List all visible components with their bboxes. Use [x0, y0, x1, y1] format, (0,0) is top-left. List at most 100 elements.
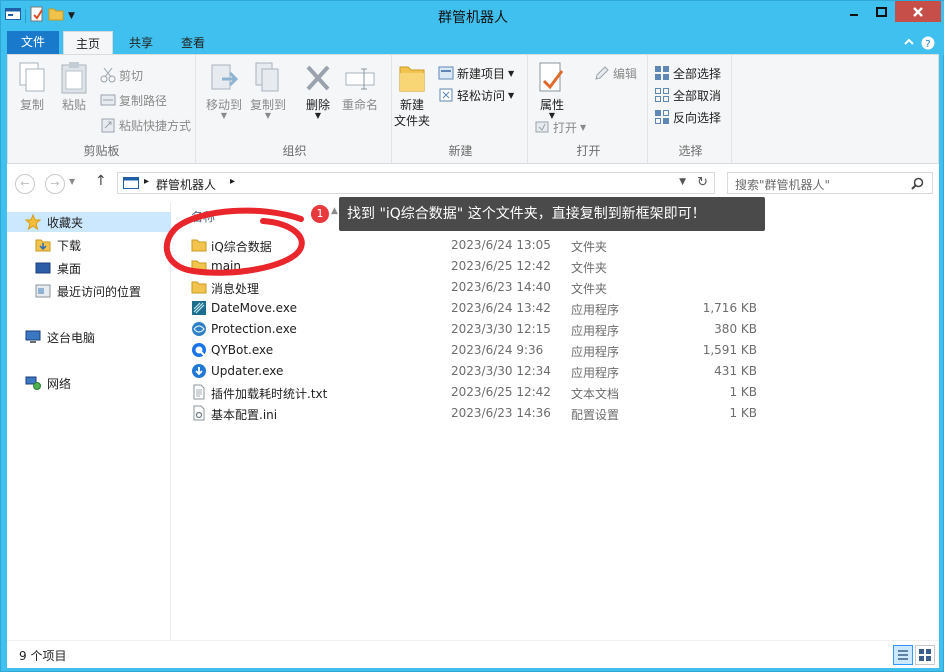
file-row-updater[interactable]: Updater.exe 2023/3/30 12:34 应用程序 431 KB — [173, 361, 939, 382]
column-header-name[interactable]: 名称 ▲ — [191, 206, 338, 225]
file-date: 2023/6/25 12:42 — [451, 385, 551, 399]
file-list: 名称 ▲ iQ综合数据 2023/6/24 13:05 文件夹 main 202… — [173, 202, 939, 640]
delete-button[interactable]: 删除 ▼ — [302, 61, 334, 120]
nav-recent-label: 最近访问的位置 — [57, 284, 142, 299]
copy-path-button[interactable]: 复制路径 — [100, 90, 167, 110]
group-select: 全部选择 全部取消 反向选择 选择 — [650, 55, 732, 163]
nav-network[interactable]: 网络 — [25, 373, 71, 393]
datemove-app-icon — [192, 301, 206, 315]
search-icon — [911, 177, 924, 190]
file-size: 1,591 KB — [702, 343, 757, 357]
title-bar: ▼ 群管机器人 — [1, 1, 944, 31]
open-button[interactable]: 打开 ▼ — [534, 117, 586, 137]
nav-recent[interactable]: 最近访问的位置 — [35, 281, 141, 301]
tab-view[interactable]: 查看 — [169, 31, 217, 55]
recent-locations-dropdown-icon[interactable]: ▼ — [69, 177, 75, 186]
edit-button[interactable]: 编辑 — [594, 63, 637, 83]
search-input[interactable]: 搜索"群管机器人" — [727, 172, 933, 194]
new-group-label: 新建 — [448, 144, 473, 158]
step-badge: 1 — [311, 205, 329, 223]
new-folder-label-2: 文件夹 — [394, 114, 431, 128]
up-arrow-icon[interactable]: ↑ — [95, 173, 107, 189]
help-icon[interactable]: ? — [921, 36, 935, 50]
tab-share[interactable]: 共享 — [117, 31, 165, 55]
open-group-label: 打开 — [576, 144, 601, 158]
new-folder-label-1: 新建 — [399, 98, 424, 112]
file-row-qybot[interactable]: QYBot.exe 2023/6/24 9:36 应用程序 1,591 KB — [173, 340, 939, 361]
explorer-window: ▼ 群管机器人 文件 主页 共享 查看 ? 复制 粘贴 剪切 复制路径 粘贴快捷… — [0, 0, 944, 672]
refresh-icon[interactable]: ↻ — [697, 175, 708, 190]
rename-icon — [345, 68, 375, 90]
paste-button[interactable]: 粘贴 — [58, 61, 90, 113]
invert-selection-button[interactable]: 反向选择 — [654, 107, 721, 127]
group-organize: 移动到 ▼ 复制到 ▼ 删除 ▼ 重命名 组织 — [198, 55, 392, 163]
copy-to-icon — [255, 62, 279, 92]
group-new: 新建 文件夹 新建项目 ▼ 轻松访问 ▼ 新建 — [394, 55, 528, 163]
select-all-label: 全部选择 — [673, 66, 722, 81]
close-button[interactable] — [895, 1, 941, 22]
file-row-plugin-stats[interactable]: 插件加载耗时统计.txt 2023/6/25 12:42 文本文档 1 KB — [173, 382, 939, 403]
new-item-button[interactable]: 新建项目 ▼ — [438, 63, 514, 83]
file-date: 2023/3/30 12:34 — [451, 364, 551, 378]
nav-downloads[interactable]: 下载 — [35, 235, 81, 255]
file-row-basic-config[interactable]: 基本配置.ini 2023/6/23 14:36 配置设置 1 KB — [173, 403, 939, 424]
tab-home[interactable]: 主页 — [63, 31, 113, 55]
nav-desktop[interactable]: 桌面 — [35, 258, 81, 278]
rename-label: 重命名 — [342, 98, 379, 112]
folder-icon — [191, 281, 207, 294]
select-all-button[interactable]: 全部选择 — [654, 63, 721, 83]
move-to-icon — [211, 64, 239, 90]
file-date: 2023/6/25 12:42 — [451, 259, 551, 273]
file-date: 2023/6/23 14:36 — [451, 406, 551, 420]
file-row-datemove[interactable]: DateMove.exe 2023/6/24 13:42 应用程序 1,716 … — [173, 298, 939, 319]
file-row-iq-data[interactable]: iQ综合数据 2023/6/24 13:05 文件夹 — [173, 235, 939, 256]
file-date: 2023/6/24 9:36 — [451, 343, 544, 357]
ribbon-expand-icon[interactable] — [903, 36, 915, 48]
file-type: 文件夹 — [571, 240, 608, 254]
nav-favorites[interactable]: 收藏夹 — [7, 212, 171, 232]
tab-file[interactable]: 文件 — [7, 31, 59, 55]
paste-icon — [61, 62, 87, 94]
open-dropdown-icon: ▼ — [580, 122, 587, 132]
breadcrumb-current[interactable]: 群管机器人 — [156, 176, 216, 193]
file-type: 文本文档 — [571, 387, 620, 401]
address-bar[interactable]: ▸ 群管机器人 ▸ ▼ ↻ — [117, 172, 715, 194]
new-folder-button[interactable]: 新建 文件夹 — [394, 61, 430, 129]
move-to-button[interactable]: 移动到 ▼ — [206, 61, 242, 120]
nav-this-pc[interactable]: 这台电脑 — [25, 327, 95, 347]
folder-icon — [399, 66, 425, 92]
minimize-button[interactable] — [841, 1, 867, 22]
large-icons-view-button[interactable] — [915, 645, 935, 665]
easy-access-button[interactable]: 轻松访问 ▼ — [438, 85, 514, 105]
back-button[interactable]: ← — [15, 174, 35, 194]
file-row-protection[interactable]: Protection.exe 2023/3/30 12:15 应用程序 380 … — [173, 319, 939, 340]
address-dropdown-icon[interactable]: ▼ — [679, 177, 686, 187]
cut-button[interactable]: 剪切 — [100, 65, 143, 85]
computer-icon — [123, 177, 139, 189]
breadcrumb-chevron-icon[interactable]: ▸ — [230, 176, 235, 187]
file-name: main — [211, 259, 241, 273]
paste-shortcut-button[interactable]: 粘贴快捷方式 — [100, 115, 191, 135]
select-none-button[interactable]: 全部取消 — [654, 85, 721, 105]
breadcrumb-separator-icon[interactable]: ▸ — [144, 176, 149, 187]
maximize-button[interactable] — [868, 1, 894, 22]
window-title: 群管机器人 — [438, 10, 508, 26]
select-none-label: 全部取消 — [673, 88, 722, 103]
file-row-main[interactable]: main 2023/6/25 12:42 文件夹 — [173, 256, 939, 277]
file-row-message-handling[interactable]: 消息处理 2023/6/23 14:40 文件夹 — [173, 277, 939, 298]
svg-text:?: ? — [925, 39, 930, 50]
rename-button[interactable]: 重命名 — [342, 61, 378, 113]
copy-to-dropdown-icon: ▼ — [264, 111, 272, 120]
forward-button[interactable]: → — [45, 174, 65, 194]
file-name: DateMove.exe — [211, 301, 297, 315]
copy-button[interactable]: 复制 — [16, 61, 48, 113]
protection-app-icon — [192, 322, 206, 336]
select-all-icon — [655, 66, 669, 80]
copy-to-button[interactable]: 复制到 ▼ — [250, 61, 286, 120]
file-type: 应用程序 — [571, 324, 620, 338]
details-view-button[interactable] — [893, 645, 913, 665]
recent-places-icon — [35, 284, 51, 298]
ribbon-help-area: ? — [903, 36, 935, 50]
navigation-pane: 收藏夹 下载 桌面 最近访问的位置 这台电脑 网络 — [7, 202, 171, 640]
properties-button[interactable]: 属性 ▼ — [536, 61, 568, 120]
